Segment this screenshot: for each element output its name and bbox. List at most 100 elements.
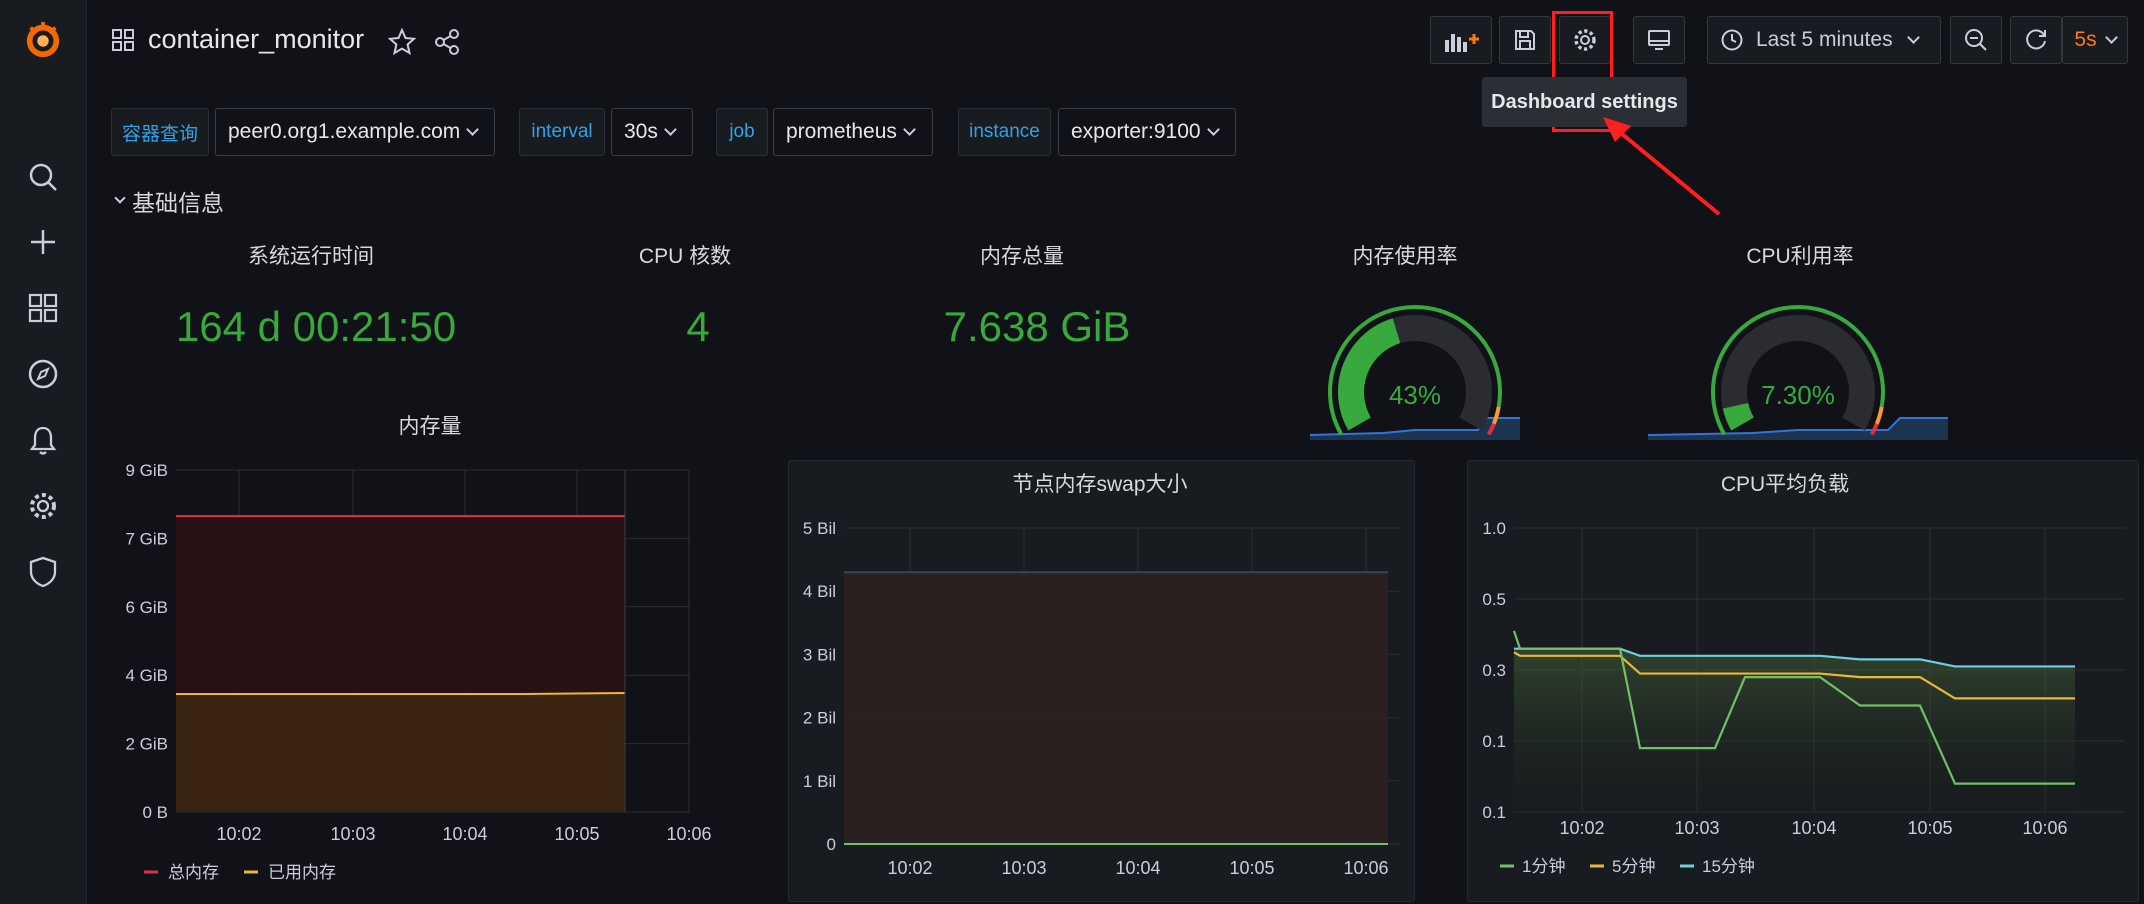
x-tick-label: 10:06	[2022, 818, 2067, 838]
dashboard-grid-icon	[111, 28, 135, 57]
memory-usage-gauge: 43%	[1310, 305, 1520, 440]
variable-select-instance[interactable]: exporter:9100	[1058, 108, 1236, 156]
variable-label-container: 容器查询	[111, 108, 209, 156]
annotation-arrow-icon	[1603, 117, 1721, 216]
legend-label: 5分钟	[1612, 857, 1655, 876]
zoom-out-icon	[1965, 29, 1987, 51]
stat-title: 内存总量	[980, 245, 1064, 268]
dashboard-title[interactable]: container_monitor	[148, 24, 364, 55]
gauge-value-arc	[1722, 402, 1755, 431]
y-tick-label: 0.5	[1482, 590, 1506, 609]
y-tick-label: 3 Bil	[803, 645, 836, 664]
cycle-view-mode-button[interactable]	[1633, 16, 1685, 64]
x-tick-label: 10:04	[1115, 858, 1160, 878]
series-area	[844, 572, 1388, 844]
chevron-down-icon	[1906, 31, 1920, 44]
variable-select-job[interactable]: prometheus	[773, 108, 933, 156]
gauge-value: 7.30%	[1761, 380, 1835, 410]
y-tick-label: 4 Bil	[803, 582, 836, 601]
series-line-used	[176, 692, 626, 696]
x-tick-label: 10:04	[442, 824, 487, 844]
variable-label-instance: instance	[958, 108, 1051, 156]
time-picker-button[interactable]: Last 5 minutes	[1707, 16, 1941, 64]
plus-icon[interactable]	[23, 222, 63, 262]
save-dashboard-button[interactable]	[1499, 16, 1551, 64]
add-panel-icon	[1445, 34, 1479, 52]
refresh-interval-picker[interactable]: 5s	[2062, 16, 2128, 64]
cpu-usage-gauge: 7.30%	[1648, 305, 1948, 440]
row-title: 基础信息	[132, 190, 224, 216]
variable-value: prometheus	[786, 120, 897, 143]
y-tick-label: 4 GiB	[125, 666, 168, 685]
y-tick-label: 2 GiB	[125, 735, 168, 754]
variable-label-job: job	[716, 108, 768, 156]
series-area-used	[176, 694, 625, 812]
y-tick-label: 1.0	[1482, 519, 1506, 538]
panel-title: 节点内存swap大小	[1012, 473, 1188, 496]
row-header[interactable]: 基础信息	[114, 184, 224, 218]
refresh-button[interactable]	[2010, 16, 2062, 64]
refresh-interval-label: 5s	[2074, 28, 2097, 51]
y-tick-label: 6 GiB	[125, 598, 168, 617]
add-panel-button[interactable]	[1430, 16, 1492, 64]
refresh-icon	[2026, 29, 2046, 50]
star-icon[interactable]	[387, 27, 417, 61]
variable-select-container[interactable]: peer0.org1.example.com	[215, 108, 495, 156]
chevron-down-icon	[1206, 123, 1220, 136]
variable-select-interval[interactable]: 30s	[611, 108, 693, 156]
grafana-logo-icon[interactable]	[23, 20, 63, 60]
x-tick-label: 10:03	[1001, 858, 1046, 878]
alerting-bell-icon[interactable]	[23, 420, 63, 460]
legend-label: 总内存	[168, 863, 219, 882]
y-tick-label: 7 GiB	[125, 529, 168, 548]
monitor-icon	[1648, 30, 1670, 50]
y-tick-label: 5 Bil	[803, 519, 836, 538]
y-tick-label: 1 Bil	[803, 772, 836, 791]
chevron-down-icon	[466, 123, 480, 136]
settings-gear-icon[interactable]	[23, 486, 63, 526]
search-icon[interactable]	[23, 157, 63, 197]
zoom-out-button[interactable]	[1950, 16, 2002, 64]
share-icon[interactable]	[433, 28, 461, 61]
y-tick-label: 0.1	[1482, 803, 1506, 822]
gauge-title: CPU利用率	[1746, 245, 1854, 268]
legend-label: 15分钟	[1702, 857, 1755, 876]
sidebar	[0, 0, 87, 904]
x-tick-label: 10:06	[666, 824, 711, 844]
y-tick-label: 9 GiB	[125, 461, 168, 480]
gauge-value: 43%	[1389, 380, 1441, 410]
dashboards-icon[interactable]	[23, 288, 63, 328]
stat-title: 系统运行时间	[248, 245, 374, 268]
shield-icon[interactable]	[23, 552, 63, 592]
save-icon	[1515, 30, 1535, 50]
stat-title: CPU 核数	[638, 245, 732, 268]
stat-value: 4	[686, 303, 710, 350]
x-tick-label: 10:02	[216, 824, 261, 844]
variable-value: 30s	[624, 120, 658, 143]
y-tick-label: 0.3	[1482, 661, 1506, 680]
swap-chart: 0 1 Bil 2 Bil 3 Bil 4 Bil 5 Bil 10:02 10:03 10:0…	[803, 519, 1400, 878]
explore-compass-icon[interactable]	[23, 354, 63, 394]
y-tick-label: 0 B	[142, 803, 168, 822]
x-tick-label: 10:05	[1229, 858, 1274, 878]
chevron-down-icon	[663, 123, 677, 136]
chevron-down-icon	[903, 123, 916, 136]
legend-label: 1分钟	[1522, 857, 1565, 876]
chevron-down-icon	[114, 192, 126, 204]
y-tick-label: 0.1	[1482, 732, 1506, 751]
panel-title: 内存量	[398, 415, 462, 438]
x-tick-label: 10:05	[554, 824, 599, 844]
variable-label-interval: interval	[519, 108, 605, 156]
x-tick-label: 10:02	[887, 858, 932, 878]
x-tick-label: 10:04	[1791, 818, 1836, 838]
variable-value: peer0.org1.example.com	[228, 120, 461, 143]
panel-title: CPU平均负载	[1720, 473, 1850, 496]
x-tick-label: 10:02	[1559, 818, 1604, 838]
gauge-threshold-orange	[1874, 406, 1884, 425]
x-tick-label: 10:05	[1907, 818, 1952, 838]
y-tick-label: 2 Bil	[803, 709, 836, 728]
gauge-title: 内存使用率	[1352, 245, 1458, 268]
memory-chart: 0 B 2 GiB 4 GiB 6 GiB 7 GiB 9 GiB 10:02 10:03 10…	[125, 461, 711, 882]
x-tick-label: 10:03	[1674, 818, 1719, 838]
chevron-down-icon	[2104, 31, 2118, 44]
